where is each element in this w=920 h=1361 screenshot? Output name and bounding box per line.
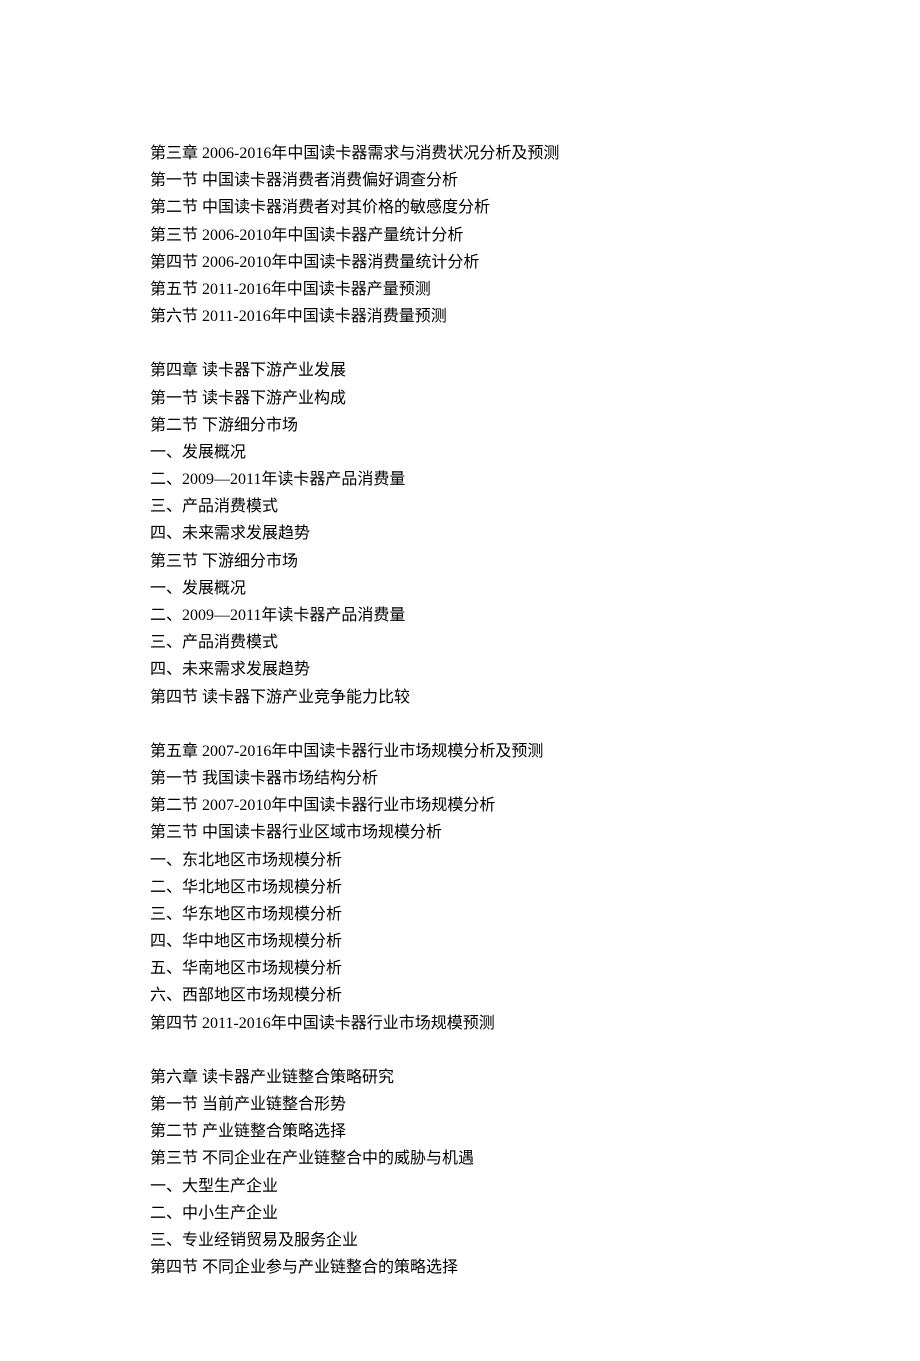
chapter-4-section-3-item-3: 三、产品消费模式 [150, 629, 770, 656]
chapter-5-section-4: 第四节 2011-2016年中国读卡器行业市场规模预测 [150, 1010, 770, 1037]
chapter-5-section-3-item-4: 四、华中地区市场规模分析 [150, 928, 770, 955]
chapter-5-section-3-item-6: 六、西部地区市场规模分析 [150, 982, 770, 1009]
chapter-4-section-2: 第二节 下游细分市场 [150, 412, 770, 439]
chapter-4-section-2-item-3: 三、产品消费模式 [150, 493, 770, 520]
chapter-3-section-4: 第四节 2006-2010年中国读卡器消费量统计分析 [150, 249, 770, 276]
chapter-5-section-3-item-3: 三、华东地区市场规模分析 [150, 901, 770, 928]
chapter-6-section-1: 第一节 当前产业链整合形势 [150, 1091, 770, 1118]
chapter-5-section-3: 第三节 中国读卡器行业区域市场规模分析 [150, 819, 770, 846]
chapter-3-title: 第三章 2006-2016年中国读卡器需求与消费状况分析及预测 [150, 140, 770, 167]
chapter-3-section-6: 第六节 2011-2016年中国读卡器消费量预测 [150, 303, 770, 330]
section-spacer [150, 1037, 770, 1064]
chapter-5-section-3-item-1: 一、东北地区市场规模分析 [150, 847, 770, 874]
chapter-4-section-2-item-2: 二、2009—2011年读卡器产品消费量 [150, 466, 770, 493]
section-spacer [150, 330, 770, 357]
chapter-5-section-3-item-5: 五、华南地区市场规模分析 [150, 955, 770, 982]
chapter-5-title: 第五章 2007-2016年中国读卡器行业市场规模分析及预测 [150, 738, 770, 765]
chapter-6-section-4: 第四节 不同企业参与产业链整合的策略选择 [150, 1254, 770, 1281]
chapter-6-title: 第六章 读卡器产业链整合策略研究 [150, 1064, 770, 1091]
chapter-4-title: 第四章 读卡器下游产业发展 [150, 357, 770, 384]
chapter-3-section-5: 第五节 2011-2016年中国读卡器产量预测 [150, 276, 770, 303]
chapter-4-section-4: 第四节 读卡器下游产业竞争能力比较 [150, 684, 770, 711]
chapter-4-section-3-item-1: 一、发展概况 [150, 575, 770, 602]
section-spacer [150, 711, 770, 738]
chapter-6-section-3-item-3: 三、专业经销贸易及服务企业 [150, 1227, 770, 1254]
chapter-3-section-1: 第一节 中国读卡器消费者消费偏好调查分析 [150, 167, 770, 194]
chapter-4-section-2-item-4: 四、未来需求发展趋势 [150, 520, 770, 547]
chapter-6-section-3-item-1: 一、大型生产企业 [150, 1173, 770, 1200]
chapter-6-section-3: 第三节 不同企业在产业链整合中的威胁与机遇 [150, 1145, 770, 1172]
chapter-4-section-3: 第三节 下游细分市场 [150, 548, 770, 575]
chapter-4-section-3-item-4: 四、未来需求发展趋势 [150, 656, 770, 683]
chapter-6-section-2: 第二节 产业链整合策略选择 [150, 1118, 770, 1145]
chapter-6-section-3-item-2: 二、中小生产企业 [150, 1200, 770, 1227]
chapter-5-section-1: 第一节 我国读卡器市场结构分析 [150, 765, 770, 792]
chapter-5-section-2: 第二节 2007-2010年中国读卡器行业市场规模分析 [150, 792, 770, 819]
chapter-5-section-3-item-2: 二、华北地区市场规模分析 [150, 874, 770, 901]
chapter-4-section-1: 第一节 读卡器下游产业构成 [150, 385, 770, 412]
chapter-3-section-2: 第二节 中国读卡器消费者对其价格的敏感度分析 [150, 194, 770, 221]
chapter-4-section-3-item-2: 二、2009—2011年读卡器产品消费量 [150, 602, 770, 629]
chapter-3-section-3: 第三节 2006-2010年中国读卡器产量统计分析 [150, 222, 770, 249]
chapter-4-section-2-item-1: 一、发展概况 [150, 439, 770, 466]
